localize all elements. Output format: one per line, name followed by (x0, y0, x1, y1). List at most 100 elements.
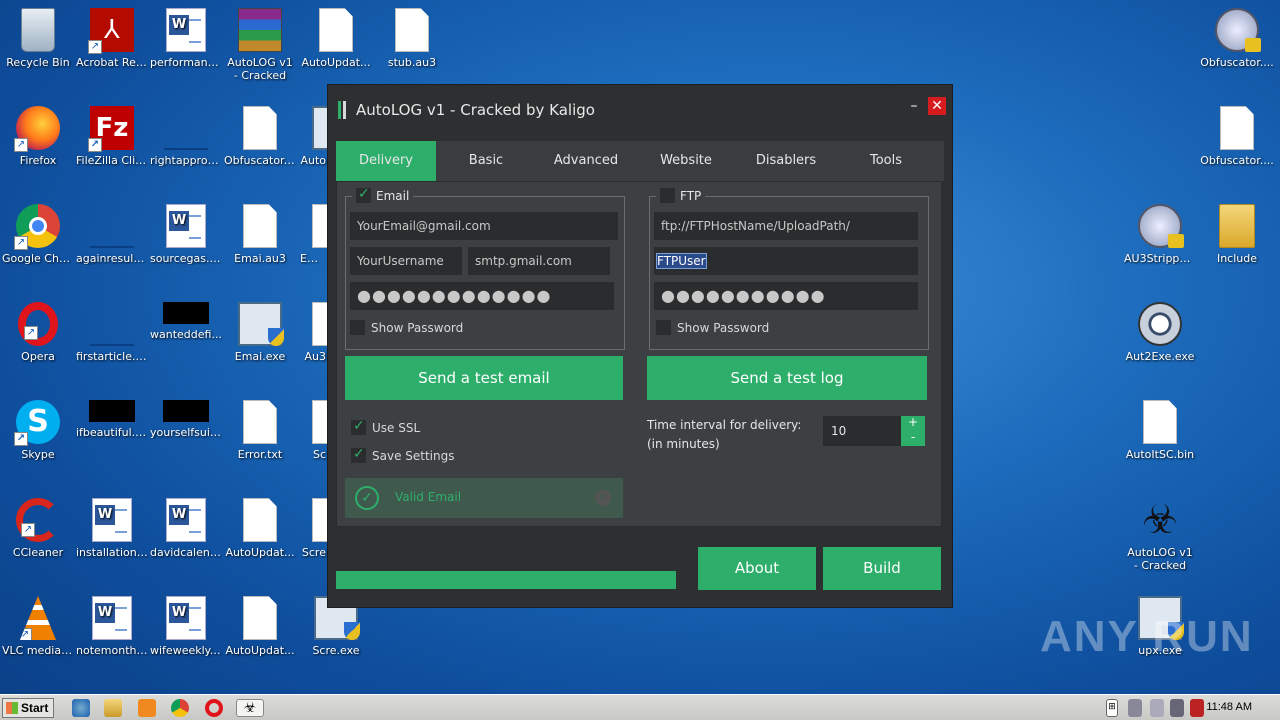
email-group-title: Email (352, 186, 414, 203)
desktop-icon-stub-au3[interactable]: stub.au3 (374, 8, 450, 69)
desktop-icon-sc-partial[interactable]: Sc (298, 400, 328, 461)
email-address-field[interactable]: YourEmail@gmail.com (350, 212, 618, 240)
system-tray: ⊞ 11:48 AM (1100, 695, 1280, 720)
word-document-icon (92, 596, 132, 640)
desktop-icon-emai-partial[interactable]: Emai (298, 204, 328, 265)
smtp-server-field[interactable]: smtp.gmail.com (468, 247, 610, 275)
internet-explorer-icon[interactable] (72, 699, 90, 717)
desktop-icon-emai-au3[interactable]: Emai.au3 (222, 204, 298, 265)
interval-label-line1: Time interval for delivery: (647, 418, 802, 432)
start-button[interactable]: Start (2, 698, 54, 718)
file-icon (319, 8, 353, 52)
volume-icon[interactable] (1170, 699, 1184, 717)
desktop-icon-sourcegas[interactable]: sourcegas.rtf (148, 204, 224, 265)
flag-icon[interactable] (1150, 699, 1164, 717)
desktop-icon-performanc[interactable]: performanc... (148, 8, 224, 69)
alert-icon[interactable] (1190, 699, 1204, 717)
desktop-icon-autoupdat-3[interactable]: AutoUpdat... (222, 596, 298, 657)
email-show-password[interactable]: Show Password (350, 320, 463, 335)
chrome-taskbar-icon[interactable] (171, 699, 189, 717)
desktop-icon-acrobat-reader[interactable]: ⅄ Acrobat Reader DC (74, 8, 150, 69)
skype-icon: S (14, 400, 60, 446)
network-icon[interactable] (1128, 699, 1142, 717)
desktop-icon-error-txt[interactable]: Error.txt (222, 400, 298, 461)
interval-stepper[interactable]: + - (901, 416, 925, 446)
desktop-icon-davidcalend[interactable]: davidcalend... (148, 498, 224, 559)
opera-taskbar-icon[interactable] (205, 699, 223, 717)
save-settings-option[interactable]: Save Settings (351, 446, 455, 463)
minimize-button[interactable]: – (906, 99, 922, 115)
desktop-icon-vlc[interactable]: VLC media player (0, 596, 76, 657)
dismiss-icon[interactable]: ✕ (595, 490, 611, 506)
language-icon[interactable]: ⊞ (1106, 699, 1118, 717)
desktop-icon-aut2exe[interactable]: Aut2Exe.exe (1122, 302, 1198, 363)
desktop-icon-autoupdat-1[interactable]: AutoUpdat... (298, 8, 374, 69)
ftp-enable-checkbox[interactable] (660, 188, 675, 203)
tab-website[interactable]: Website (636, 141, 736, 181)
desktop-icon-include[interactable]: Include (1198, 204, 1276, 265)
ftp-group-label: FTP (680, 188, 702, 203)
window-titlebar[interactable]: AutoLOG v1 - Cracked by Kaligo – ✕ (328, 85, 952, 135)
desktop-icon-firstarticle[interactable]: firstarticle.png (74, 302, 150, 363)
send-test-log-button[interactable]: Send a test log (647, 356, 927, 400)
desktop-icon-scre-partial[interactable]: Scre (298, 498, 328, 559)
desktop-icon-recycle-bin[interactable]: Recycle Bin (0, 8, 76, 69)
clock[interactable]: 11:48 AM (1206, 701, 1252, 713)
ftp-show-password-checkbox[interactable] (656, 320, 671, 335)
desktop-icon-ifbeautiful[interactable]: ifbeautiful.jpg (74, 400, 150, 439)
tab-disablers[interactable]: Disablers (736, 141, 836, 181)
desktop-icon-autoitsc-bin[interactable]: AutoItSC.bin (1122, 400, 1198, 461)
desktop-icon-filezilla[interactable]: Fz FileZilla Client (74, 106, 150, 167)
desktop-icon-au3stripper[interactable]: AU3Strippe... (1122, 204, 1198, 265)
desktop-icon-auto[interactable]: Auto (298, 106, 328, 167)
desktop-icon-yourselfsuit[interactable]: yourselfsuit... (148, 400, 224, 439)
interval-increment-button[interactable]: + (901, 416, 925, 431)
ftp-host-field[interactable]: ftp://FTPHostName/UploadPath/ (654, 212, 918, 240)
desktop-icon-againresult[interactable]: againresult.... (74, 204, 150, 265)
tab-advanced[interactable]: Advanced (536, 141, 636, 181)
desktop-icon-wifeweekly[interactable]: wifeweekly.rtf (148, 596, 224, 657)
send-test-email-button[interactable]: Send a test email (345, 356, 623, 400)
desktop-icon-obfuscator-2[interactable]: Obfuscator.... (1198, 8, 1276, 69)
ftp-password-field[interactable]: ●●●●●●●●●●● (654, 282, 918, 310)
use-ssl-checkbox[interactable] (351, 418, 366, 435)
desktop-icon-skype[interactable]: S Skype (0, 400, 76, 461)
desktop-icon-ccleaner[interactable]: CCleaner (0, 498, 76, 559)
desktop-icon-au3-partial[interactable]: Au3 (298, 302, 328, 363)
chrome-icon (14, 204, 60, 250)
email-username-field[interactable]: YourUsername (350, 247, 462, 275)
tab-basic[interactable]: Basic (436, 141, 536, 181)
ftp-user-field[interactable]: FTPUser (654, 247, 918, 275)
desktop-icon-obfuscator-1[interactable]: Obfuscator.... (222, 106, 298, 167)
desktop-icon-firefox[interactable]: Firefox (0, 106, 76, 167)
email-show-password-checkbox[interactable] (350, 320, 365, 335)
use-ssl-option[interactable]: Use SSL (351, 418, 420, 435)
desktop-icon-rightapproa[interactable]: rightapproa... (148, 106, 224, 167)
anyrun-watermark: ANY RUN (1040, 612, 1254, 661)
desktop-icon-autolog-exe[interactable]: ☣ AutoLOG v1 - Cracked b... (1122, 498, 1198, 572)
about-button[interactable]: About (698, 547, 816, 590)
ftp-show-password[interactable]: Show Password (656, 320, 769, 335)
interval-decrement-button[interactable]: - (901, 431, 925, 446)
desktop-icon-google-chrome[interactable]: Google Chrome (0, 204, 76, 265)
desktop-icon-installationsi[interactable]: installationsi... (74, 498, 150, 559)
media-player-icon[interactable] (138, 699, 156, 717)
desktop-icon-opera[interactable]: Opera (0, 302, 76, 363)
desktop-icon-emai-exe[interactable]: Emai.exe (222, 302, 298, 363)
autolog-taskbar-button[interactable]: ☣ (236, 699, 264, 717)
email-password-field[interactable]: ●●●●●●●●●●●●● (350, 282, 614, 310)
desktop-icon-obfuscator-3[interactable]: Obfuscator.... (1198, 106, 1276, 167)
save-settings-checkbox[interactable] (351, 446, 366, 463)
image-file-icon (163, 400, 209, 422)
desktop-icon-autolog-archive[interactable]: AutoLOG v1 - Cracked b... (222, 8, 298, 82)
tab-tools[interactable]: Tools (836, 141, 936, 181)
close-button[interactable]: ✕ (928, 97, 946, 115)
desktop-icon-wanteddefi[interactable]: wanteddefi... (148, 302, 224, 341)
desktop-icon-notemonthl[interactable]: notemonthl... (74, 596, 150, 657)
desktop-icon-autoupdat-2[interactable]: AutoUpdat... (222, 498, 298, 559)
build-button[interactable]: Build (823, 547, 941, 590)
file-explorer-icon[interactable] (104, 699, 122, 717)
tab-delivery[interactable]: Delivery (336, 141, 436, 181)
email-enable-checkbox[interactable] (356, 186, 371, 203)
interval-input[interactable]: 10 (823, 416, 901, 446)
